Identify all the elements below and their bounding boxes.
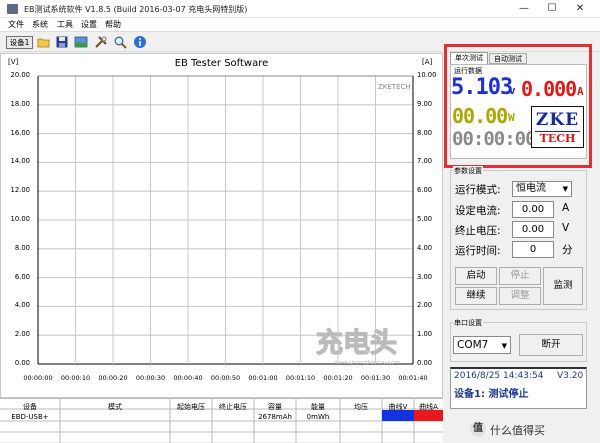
y-left-tick-label: 2.00 <box>14 330 30 339</box>
site-badge: 值 什么值得买 <box>470 420 595 438</box>
y-right-tick-label: 8.00 <box>417 128 433 137</box>
voltage-unit: v <box>509 84 516 97</box>
time-readout: 00:00:00 <box>452 128 537 150</box>
site-badge-text: 什么值得买 <box>490 424 545 437</box>
status-message: 设备1: 测试停止 <box>454 389 529 400</box>
adjust-button[interactable]: 调整 <box>499 287 541 305</box>
close-button[interactable]: ✕ <box>566 0 594 18</box>
x-tick-label: 00:01:00 <box>248 374 278 382</box>
current-unit: A <box>577 85 584 98</box>
table-cell-device[interactable]: EBD-USB+ <box>0 413 60 421</box>
monitor-button[interactable]: 监测 <box>543 267 583 305</box>
run-time-label: 运行时间: <box>455 245 501 257</box>
x-tick-label: 00:01:20 <box>323 374 353 382</box>
y-left-tick-label: 14.00 <box>10 157 30 166</box>
y-left-tick-label: 16.00 <box>10 128 30 137</box>
y-right-tick-label: 9.00 <box>417 99 433 108</box>
com-port-select[interactable]: COM7 ▼ <box>453 336 511 354</box>
continue-button[interactable]: 继续 <box>455 287 497 305</box>
run-time-input[interactable]: 0 <box>512 241 554 258</box>
x-tick-label: 00:00:10 <box>60 374 91 382</box>
chevron-down-icon: ▼ <box>562 185 568 193</box>
x-tick-label: 00:00:50 <box>210 374 241 382</box>
voltage-readout: 5.103 <box>451 75 513 100</box>
y-left-tick-label: 4.00 <box>14 301 30 310</box>
set-current-label: 设定电流: <box>455 205 501 217</box>
x-tick-label: 00:00:20 <box>98 374 128 382</box>
x-tick-label: 00:01:40 <box>398 374 428 382</box>
serial-settings-label: 串口设置 <box>453 318 483 328</box>
disconnect-button[interactable]: 断开 <box>519 334 583 356</box>
chevron-down-icon: ▼ <box>501 342 507 350</box>
watermark-url: www.chongdiantou.com <box>334 360 400 366</box>
tab-single-test[interactable]: 单次测试 <box>450 52 488 64</box>
mode-select-value: 恒电流 <box>516 183 546 194</box>
start-button[interactable]: 启动 <box>455 267 497 285</box>
com-port-value: COM7 <box>457 339 489 351</box>
site-badge-icon: 值 <box>470 421 486 437</box>
y-right-tick-label: 3.00 <box>417 272 433 281</box>
y-right-tick-label: 2.00 <box>417 301 433 310</box>
table-header-start-voltage: 起始电压 <box>177 403 205 411</box>
y-left-tick-label: 0.00 <box>14 359 30 367</box>
table-header-device: 设备 <box>23 403 37 411</box>
table-header-mode: 模式 <box>108 403 122 411</box>
stop-button[interactable]: 停止 <box>499 267 541 285</box>
set-current-unit: A <box>562 202 570 214</box>
y-right-tick-label: 1.00 <box>417 330 433 339</box>
current-readout: 0.000 <box>521 77 577 101</box>
y-right-tick-label: 7.00 <box>417 157 433 166</box>
table-header-energy: 能量 <box>311 403 325 411</box>
watermark-logo: 充电头 www.chongdiantou.com <box>315 326 400 366</box>
y-right-tick-label: 0.00 <box>417 359 433 367</box>
tab-auto-test[interactable]: 自动测试 <box>489 53 527 64</box>
minimize-button[interactable]: — <box>510 0 538 18</box>
zketech-logo: ZKE TECH <box>531 106 584 148</box>
y-left-tick-label: 8.00 <box>14 243 30 252</box>
end-voltage-label: 终止电压: <box>455 225 501 237</box>
status-datetime: 2016/8/25 14:43:54 <box>454 371 544 381</box>
y-left-tick-label: 12.00 <box>10 186 30 195</box>
y-right-tick-label: 10.00 <box>417 71 437 79</box>
mode-label: 运行模式: <box>455 184 501 196</box>
power-unit: W <box>508 111 515 124</box>
y-left-tick-label: 6.00 <box>14 272 30 281</box>
x-tick-label: 00:00:40 <box>173 374 203 382</box>
table-header-curve-v: 曲线V <box>388 403 408 411</box>
y-right-tick-label: 5.00 <box>417 215 433 223</box>
param-settings-label: 参数设置 <box>453 166 483 176</box>
end-voltage-input[interactable]: 0.00 <box>512 221 554 238</box>
x-tick-label: 00:01:10 <box>285 374 316 382</box>
status-version: V3.20 <box>557 371 584 381</box>
power-readout: 00.00 <box>452 104 508 128</box>
maximize-button[interactable]: ☐ <box>538 0 566 18</box>
x-tick-label: 00:00:30 <box>135 374 166 382</box>
logo-top-text: ZKE <box>535 110 580 130</box>
y-right-tick-label: 6.00 <box>417 186 433 195</box>
table-header-curve-a: 曲线A <box>419 403 438 411</box>
y-left-tick-label: 20.00 <box>10 71 30 79</box>
y-right-tick-label: 4.00 <box>417 243 433 252</box>
table-header-avg-voltage: 均压 <box>354 403 368 411</box>
y-left-tick-label: 10.00 <box>10 215 30 223</box>
y-left-tick-label: 18.00 <box>10 99 30 108</box>
table-cell-energy: 0mWh <box>306 413 330 421</box>
run-time-unit: 分 <box>562 244 573 256</box>
x-tick-label: 00:01:30 <box>360 374 391 382</box>
table-header-capacity: 容量 <box>268 403 282 411</box>
set-current-input[interactable]: 0.00 <box>512 201 554 218</box>
mode-select[interactable]: 恒电流 ▼ <box>512 181 572 197</box>
table-cell-capacity: 2678mAh <box>258 413 292 421</box>
table-header-end-voltage: 终止电压 <box>219 403 247 411</box>
x-tick-label: 00:00:00 <box>23 374 53 382</box>
watermark-text: 充电头 <box>316 327 397 359</box>
end-voltage-unit: V <box>562 222 570 234</box>
logo-bottom-text: TECH <box>539 132 576 145</box>
